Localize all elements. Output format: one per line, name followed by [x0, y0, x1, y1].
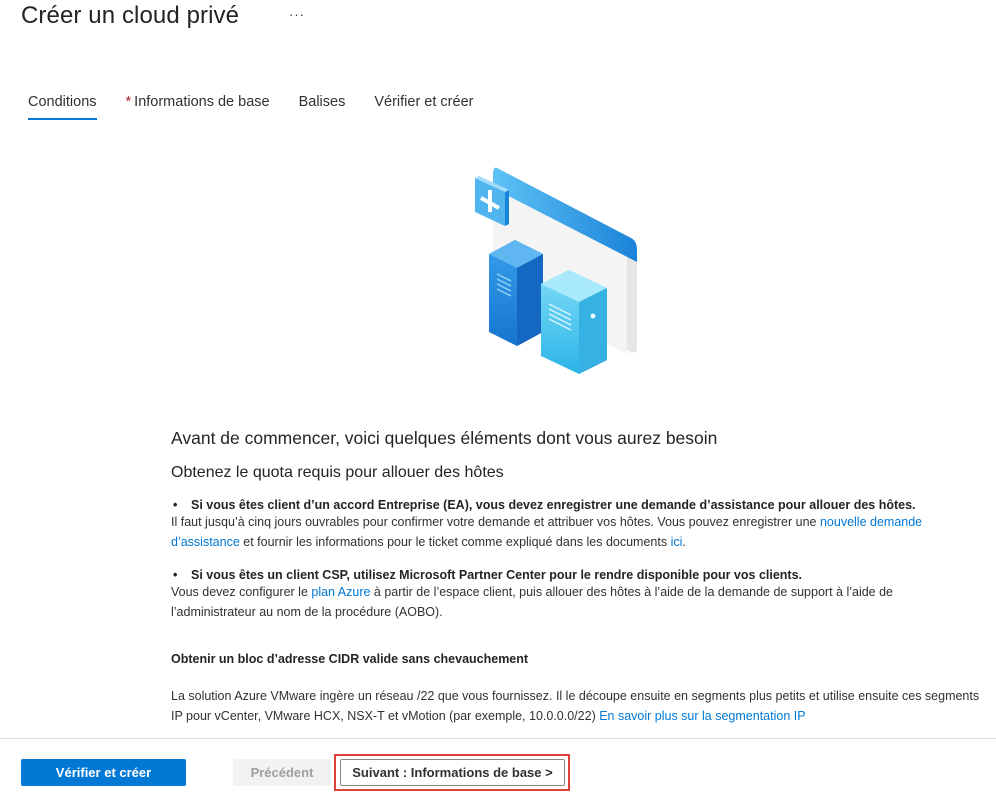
tab-balises[interactable]: Balises [299, 94, 346, 120]
tab-conditions[interactable]: Conditions [28, 94, 97, 120]
intro-content: Avant de commencer, voici quelques éléme… [171, 428, 986, 726]
cidr-paragraph: La solution Azure VMware ingère un résea… [171, 686, 986, 726]
quota-subheading: Obtenez le quota requis pour allouer des… [171, 464, 504, 481]
csp-text-a: Vous devez configurer le [171, 585, 312, 599]
ea-text-b: et fournir les informations pour le tick… [239, 535, 671, 549]
cidr-heading: Obtenir un bloc d’adresse CIDR valide sa… [171, 652, 529, 666]
tab-label: Vérifier et créer [374, 94, 474, 110]
docs-here-link[interactable]: ici [671, 535, 683, 549]
tab-label: Balises [298, 94, 346, 110]
previous-button: Précédent [233, 759, 331, 786]
tab-label: Conditions [28, 94, 97, 110]
ea-text-c: . [682, 535, 686, 549]
next-basics-button[interactable]: Suivant : Informations de base > [340, 759, 565, 786]
page-title: Créer un cloud privé [21, 2, 240, 29]
ea-bullet-heading: • Si vous êtes client d’un accord Entrep… [171, 498, 986, 512]
tab-bar: Conditions * Informations de base Balises… [28, 94, 502, 122]
tab-informations-de-base[interactable]: * Informations de base [126, 94, 270, 120]
ea-bullet-text: Si vous êtes client d’un accord Entrepri… [191, 498, 916, 512]
review-create-button[interactable]: Vérifier et créer [21, 759, 186, 786]
ea-paragraph: Il faut jusqu’à cinq jours ouvrables pou… [171, 512, 986, 552]
csp-paragraph: Vous devez configurer le plan Azure à pa… [171, 582, 911, 622]
required-marker: * [125, 94, 132, 110]
footer-divider [0, 738, 996, 739]
more-options-icon[interactable]: ··· [289, 8, 311, 26]
bullet-icon: • [173, 498, 178, 512]
bullet-icon: • [173, 568, 178, 582]
azure-plan-link[interactable]: plan Azure [311, 585, 370, 599]
csp-bullet-heading: • Si vous êtes un client CSP, utilisez M… [171, 568, 986, 582]
tab-label: Informations de base [134, 94, 270, 110]
csp-bullet-text: Si vous êtes un client CSP, utilisez Mic… [191, 568, 803, 582]
ea-text-a: Il faut jusqu’à cinq jours ouvrables pou… [171, 515, 820, 529]
cidr-text: La solution Azure VMware ingère un résea… [171, 689, 980, 723]
tab-verifier-et-creer[interactable]: Vérifier et créer [374, 94, 473, 120]
private-cloud-illustration [475, 167, 637, 374]
intro-heading: Avant de commencer, voici quelques éléme… [171, 428, 718, 448]
ip-segmentation-link[interactable]: En savoir plus sur la segmentation IP [599, 709, 805, 723]
